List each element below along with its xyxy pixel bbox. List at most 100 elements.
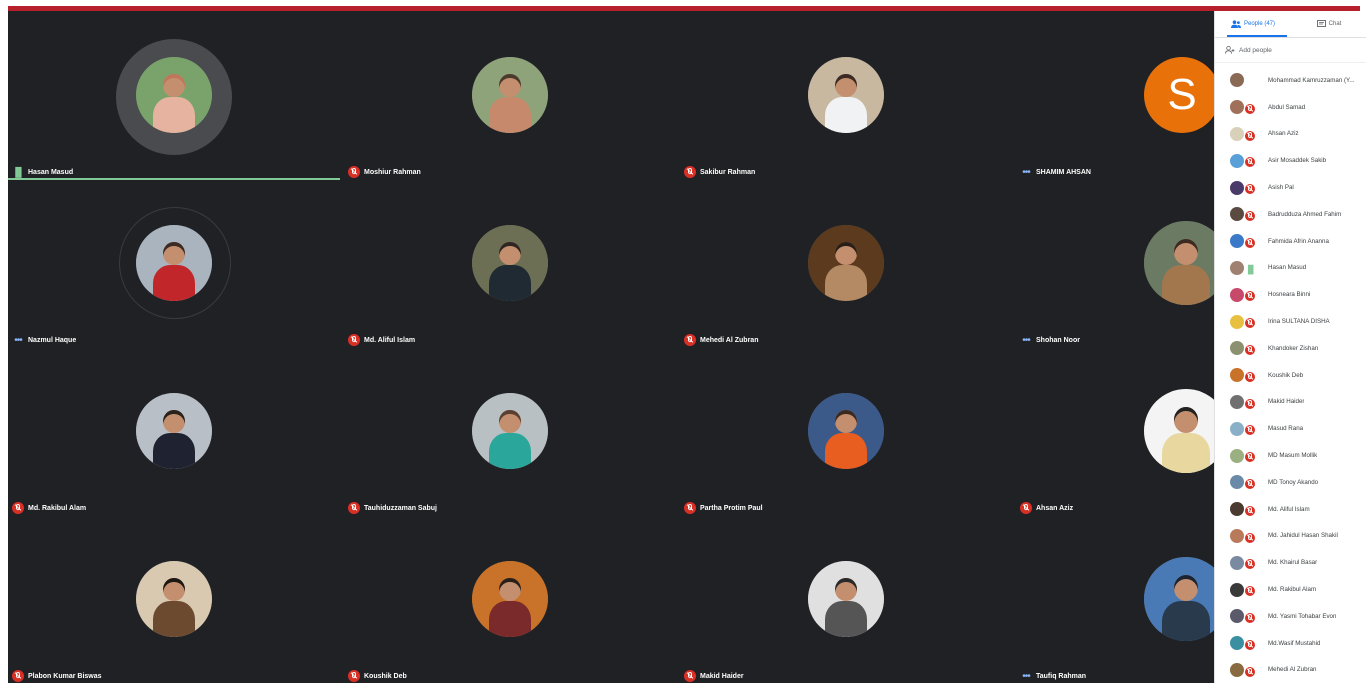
people-list-item[interactable]: Irina SULTANA DISHA <box>1215 308 1366 335</box>
mic-off-icon <box>1245 291 1255 302</box>
person-name: Md. Rakibul Alam <box>1268 586 1317 594</box>
add-people-label: Add people <box>1239 46 1272 54</box>
participant-tile[interactable]: Partha Protim Paul <box>680 347 1016 515</box>
people-list-item[interactable]: Fahmida Afrin Ananna <box>1215 228 1366 255</box>
people-list-item[interactable]: Asir Mosaddek Sakib <box>1215 147 1366 174</box>
participant-tile[interactable]: ••• Taufiq Rahman <box>1016 515 1214 683</box>
participant-tile[interactable]: Makid Haider <box>680 515 1016 683</box>
mic-off-icon <box>348 334 360 346</box>
avatar <box>1230 73 1244 88</box>
more-dots-icon: ••• <box>14 334 23 346</box>
person-name: Khandoker Zishan <box>1268 344 1319 352</box>
people-list-item[interactable]: Makid Haider <box>1215 389 1366 416</box>
participant-grid: ▐▌ Hasan Masud Moshiur Rahman Sakibur Rahma… <box>8 11 1214 683</box>
more-dots-icon: ••• <box>1022 166 1031 178</box>
mic-off-icon <box>1245 505 1255 516</box>
chat-icon <box>1316 20 1326 27</box>
tab-chat-label: Chat <box>1328 21 1342 27</box>
avatar <box>1230 502 1244 517</box>
nameplate: Md. Aliful Islam <box>348 333 415 347</box>
add-people-button[interactable]: Add people <box>1215 38 1366 63</box>
nameplate: ••• Shohan Noor <box>1020 333 1080 347</box>
person-name: Hasan Masud <box>1268 264 1307 272</box>
person-name: Fahmida Afrin Ananna <box>1268 237 1329 245</box>
mic-status <box>1245 532 1255 543</box>
people-list-item[interactable]: Md.Wasif Mustahid <box>1215 630 1366 657</box>
people-list-item[interactable]: Koushik Deb <box>1215 362 1366 389</box>
mic-status <box>1245 184 1255 195</box>
person-name: Hosneara Binni <box>1268 291 1311 299</box>
avatar <box>1230 100 1244 115</box>
participant-tile[interactable]: ••• Nazmul Haque <box>8 179 344 347</box>
avatar <box>1230 314 1244 329</box>
participant-tile[interactable]: Moshiur Rahman <box>344 11 680 179</box>
people-list-item[interactable]: Mehedi Al Zubran <box>1215 657 1366 683</box>
person-name: Abdul Samad <box>1268 103 1306 111</box>
avatar <box>1230 234 1244 249</box>
people-list-item[interactable]: Mohammad Kamruzzaman (Y... <box>1215 67 1366 94</box>
people-list-item[interactable]: Md. Aliful Islam <box>1215 496 1366 523</box>
participant-tile[interactable]: ••• Shohan Noor <box>1016 179 1214 347</box>
participant-name: Md. Aliful Islam <box>364 336 416 344</box>
avatar <box>1230 555 1244 570</box>
mic-off-icon <box>348 502 360 514</box>
tab-people[interactable]: People (47) <box>1215 11 1291 37</box>
speaking-icon: ▐▌ <box>1245 264 1257 274</box>
participant-tile[interactable]: Tauhiduzzaman Sabuj <box>344 347 680 515</box>
avatar <box>1230 153 1244 168</box>
people-list-item[interactable]: MD Tonoy Akando <box>1215 469 1366 496</box>
people-list-item[interactable]: Md. Jahidul Hasan Shakil <box>1215 523 1366 550</box>
participant-tile[interactable]: S ••• SHAMIM AHSAN <box>1016 11 1214 179</box>
avatar <box>1230 421 1244 436</box>
avatar <box>808 225 884 301</box>
participant-name: Plabon Kumar Biswas <box>28 672 102 680</box>
people-list-item[interactable]: Ahsan Aziz <box>1215 121 1366 148</box>
participant-tile[interactable]: Sakibur Rahman <box>680 11 1016 179</box>
mic-status <box>1245 130 1255 141</box>
people-list-item[interactable]: Abdul Samad <box>1215 94 1366 121</box>
avatar <box>1230 207 1244 222</box>
people-list-item[interactable]: Badrudduza Ahmed Fahim <box>1215 201 1366 228</box>
mic-status <box>1245 452 1255 463</box>
mic-off-icon <box>348 670 360 682</box>
person-name: Md. Aliful Islam <box>1268 505 1310 513</box>
nameplate: Sakibur Rahman <box>684 165 755 179</box>
people-list-item[interactable]: MD Masum Mollik <box>1215 442 1366 469</box>
people-list-item[interactable]: Md. Khairul Basar <box>1215 549 1366 576</box>
tab-chat[interactable]: Chat <box>1291 11 1366 37</box>
nameplate: Partha Protim Paul <box>684 501 763 515</box>
mic-off-icon <box>1245 130 1255 141</box>
people-list-item[interactable]: Md. Yasmi Tohabar Evon <box>1215 603 1366 630</box>
people-list-item[interactable]: Khandoker Zishan <box>1215 335 1366 362</box>
person-name: MD Masum Mollik <box>1268 452 1318 460</box>
participant-tile[interactable]: Koushik Deb <box>344 515 680 683</box>
participant-tile[interactable]: Md. Aliful Islam <box>344 179 680 347</box>
add-person-icon <box>1225 46 1235 54</box>
people-list-item[interactable]: Masud Rana <box>1215 415 1366 442</box>
mic-off-icon <box>684 166 696 178</box>
mic-off-icon <box>1245 318 1255 329</box>
nameplate: ••• Taufiq Rahman <box>1020 669 1086 683</box>
mic-off-icon <box>12 502 24 514</box>
people-list-item[interactable]: Hosneara Binni <box>1215 281 1366 308</box>
avatar <box>1230 662 1244 677</box>
mic-status <box>1245 291 1255 302</box>
people-list-item[interactable]: Md. Rakibul Alam <box>1215 576 1366 603</box>
people-list-item[interactable]: ▐▌ Hasan Masud <box>1215 255 1366 282</box>
participant-name: Partha Protim Paul <box>700 504 763 512</box>
tab-people-label: People (47) <box>1243 21 1276 27</box>
avatar: S <box>1144 57 1214 133</box>
mic-off-icon <box>684 502 696 514</box>
participant-tile[interactable]: Md. Rakibul Alam <box>8 347 344 515</box>
people-list-item[interactable]: Asish Pal <box>1215 174 1366 201</box>
participant-tile[interactable]: ▐▌ Hasan Masud <box>8 11 344 180</box>
mic-off-icon <box>1245 452 1255 463</box>
participant-tile[interactable]: Mehedi Al Zubran <box>680 179 1016 347</box>
participant-tile[interactable]: Plabon Kumar Biswas <box>8 515 344 683</box>
person-name: Makid Haider <box>1268 398 1305 406</box>
participant-name: Nazmul Haque <box>28 336 77 344</box>
nameplate: Makid Haider <box>684 669 744 683</box>
mic-off-icon <box>1245 210 1255 221</box>
mic-status <box>1245 344 1255 355</box>
participant-tile[interactable]: Ahsan Aziz <box>1016 347 1214 515</box>
